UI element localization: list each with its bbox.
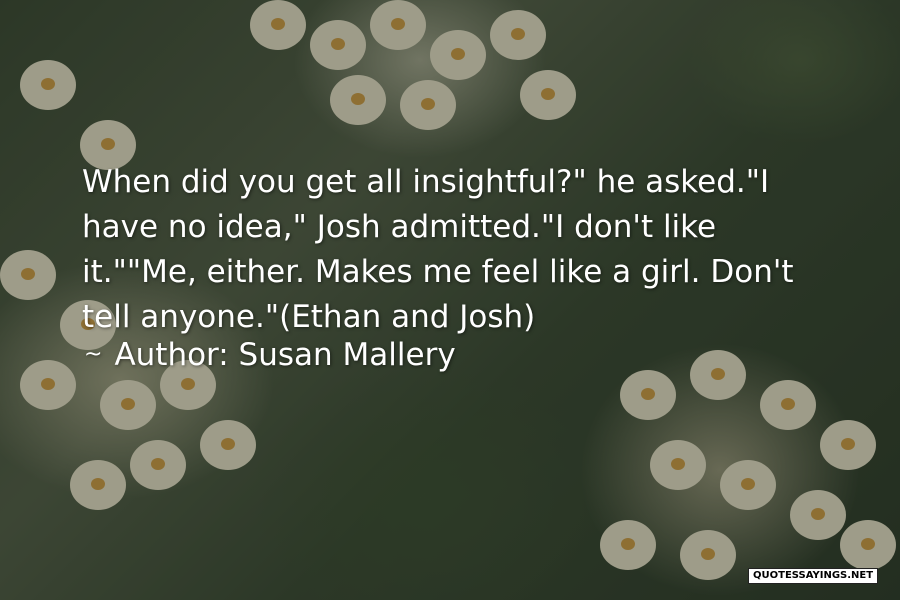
author-label: Author: Susan Mallery	[114, 337, 456, 373]
author-line: ~ Author: Susan Mallery	[84, 335, 456, 375]
background-photo: When did you get all insightful?" he ask…	[0, 0, 900, 600]
tilde-mark: ~	[84, 342, 103, 367]
site-watermark: QUOTESSAYINGS.NET	[748, 568, 879, 584]
quote-text: When did you get all insightful?" he ask…	[82, 164, 794, 335]
